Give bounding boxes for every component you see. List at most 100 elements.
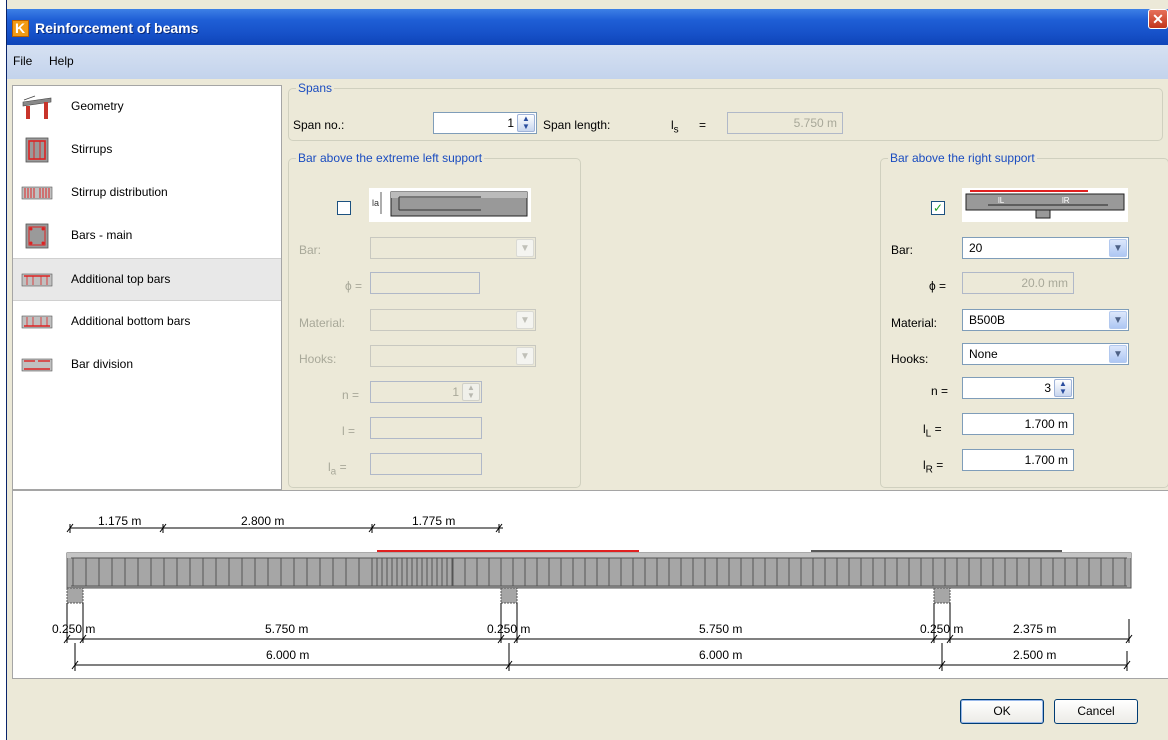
left-hooks-select: ▼	[370, 345, 536, 367]
nav-label-stirrup-distribution: Stirrup distribution	[71, 185, 168, 199]
svg-text:lR: lR	[1062, 196, 1070, 205]
chevron-down-icon[interactable]: ▼	[1109, 239, 1127, 257]
chevron-down-icon: ▼	[516, 311, 534, 329]
chevron-down-icon[interactable]: ▼	[1109, 345, 1127, 363]
left-n-stepper: 1 ▲ ▼	[370, 381, 482, 403]
nav-item-bars-main[interactable]: Bars - main	[13, 215, 281, 258]
right-material-value: B500B	[969, 313, 1006, 327]
menu-help[interactable]: Help	[49, 54, 74, 68]
beam-elevation-svg	[63, 523, 1133, 671]
left-support-legend: Bar above the extreme left support	[298, 151, 483, 165]
main-bars-icon	[25, 223, 49, 249]
dialog-content: Geometry Stirrups Stirrup distribution B…	[7, 79, 1168, 740]
section-list: Geometry Stirrups Stirrup distribution B…	[12, 85, 282, 490]
close-button[interactable]: ✕	[1148, 9, 1168, 29]
right-lL-field[interactable]: 1.700 m	[962, 413, 1074, 435]
dim-overhang-total: 2.500 m	[1013, 648, 1057, 662]
span-length-field: 5.750 m	[727, 112, 843, 134]
right-support-legend: Bar above the right support	[890, 151, 1035, 165]
span-no-value: 1	[507, 116, 514, 130]
left-l-label: l =	[342, 424, 356, 438]
dim-top-2: 2.800 m	[241, 514, 285, 528]
ls-equals: =	[699, 118, 707, 132]
app-logo-icon: K	[12, 20, 29, 37]
right-support-bar-diagram-icon: lL lR	[962, 188, 1128, 222]
right-bar-value: 20	[969, 241, 983, 255]
stirrups-icon	[25, 137, 49, 163]
span-no-label: Span no.:	[293, 118, 345, 132]
right-bar-select[interactable]: 20 ▼	[962, 237, 1129, 259]
dim-top-3: 1.775 m	[412, 514, 456, 528]
nav-item-stirrups[interactable]: Stirrups	[13, 129, 281, 172]
right-bar-label: Bar:	[891, 243, 914, 257]
nav-label-geometry: Geometry	[71, 99, 124, 113]
dim-span2-total: 6.000 m	[699, 648, 743, 662]
left-l-field	[370, 417, 482, 439]
chevron-down-icon: ▼	[516, 239, 534, 257]
right-support-checkbox[interactable]: ✓	[931, 201, 945, 215]
nav-item-stirrup-distribution[interactable]: Stirrup distribution	[13, 172, 281, 215]
right-hooks-label: Hooks:	[891, 352, 929, 366]
right-n-stepper[interactable]: 3 ▲ ▼	[962, 377, 1074, 399]
svg-text:lL: lL	[998, 196, 1005, 205]
nav-item-geometry[interactable]: Geometry	[13, 86, 281, 129]
ok-button[interactable]: OK	[960, 699, 1044, 724]
close-icon: ✕	[1152, 11, 1164, 27]
span-no-stepper[interactable]: 1 ▲ ▼	[433, 112, 537, 134]
bar-division-icon	[21, 358, 53, 372]
stirrup-distribution-icon	[21, 186, 53, 200]
dim-top-1: 1.175 m	[98, 514, 142, 528]
left-n-value: 1	[452, 385, 459, 399]
right-n-label: n =	[931, 384, 949, 398]
left-support-checkbox[interactable]	[337, 201, 351, 215]
nav-item-additional-bottom-bars[interactable]: Additional bottom bars	[13, 301, 281, 344]
left-phi-label: ϕ =	[345, 279, 363, 293]
right-phi-label: ϕ =	[929, 279, 947, 293]
check-icon: ✓	[932, 201, 944, 215]
nav-label-additional-bottom-bars: Additional bottom bars	[71, 314, 191, 328]
right-hooks-value: None	[969, 347, 998, 361]
dim-overhang-clear: 2.375 m	[1013, 622, 1057, 636]
dialog-window: K Reinforcement of beams ✕ File Help Geo…	[6, 0, 1168, 740]
left-material-label: Material:	[299, 316, 346, 330]
menu-file[interactable]: File	[13, 54, 32, 68]
left-bar-select: ▼	[370, 237, 536, 259]
dim-support-left: 0.250 m	[52, 622, 96, 636]
dim-span1-total: 6.000 m	[266, 648, 310, 662]
menu-bar: File Help	[7, 45, 1168, 79]
nav-label-bars-main: Bars - main	[71, 228, 133, 242]
right-hooks-select[interactable]: None ▼	[962, 343, 1129, 365]
left-la-field	[370, 453, 482, 475]
svg-text:la: la	[372, 198, 379, 208]
left-material-select: ▼	[370, 309, 536, 331]
right-material-label: Material:	[891, 316, 938, 330]
nav-label-additional-top-bars: Additional top bars	[71, 272, 171, 286]
right-n-value: 3	[1044, 381, 1051, 395]
nav-item-bar-division[interactable]: Bar division	[13, 344, 281, 387]
right-lL-label: lL =	[923, 422, 942, 440]
right-lR-field[interactable]: 1.700 m	[962, 449, 1074, 471]
ls-symbol: ls	[671, 118, 679, 136]
left-n-label: n =	[342, 388, 360, 402]
dim-support-mid: 0.250 m	[487, 622, 531, 636]
chevron-down-icon[interactable]: ▼	[1109, 311, 1127, 329]
additional-top-bars-icon	[21, 273, 53, 287]
left-support-bar-diagram-icon: la	[369, 188, 531, 222]
spin-updown-icon[interactable]: ▲ ▼	[517, 114, 535, 132]
beam-geometry-icon	[22, 95, 52, 119]
nav-label-stirrups: Stirrups	[71, 142, 113, 156]
spans-legend: Spans	[298, 81, 333, 95]
dim-span2-clear: 5.750 m	[699, 622, 743, 636]
nav-item-additional-top-bars[interactable]: Additional top bars	[13, 258, 281, 301]
spin-updown-icon[interactable]: ▲ ▼	[1054, 379, 1072, 397]
spin-updown-icon: ▲ ▼	[462, 383, 480, 401]
left-bar-label: Bar:	[299, 243, 322, 257]
dim-span1-clear: 5.750 m	[265, 622, 309, 636]
additional-bottom-bars-icon	[21, 315, 53, 329]
cancel-button[interactable]: Cancel	[1054, 699, 1138, 724]
window-title: Reinforcement of beams	[35, 20, 199, 36]
right-material-select[interactable]: B500B ▼	[962, 309, 1129, 331]
nav-label-bar-division: Bar division	[71, 357, 134, 371]
chevron-down-icon: ▼	[516, 347, 534, 365]
left-la-label: la =	[328, 460, 347, 478]
